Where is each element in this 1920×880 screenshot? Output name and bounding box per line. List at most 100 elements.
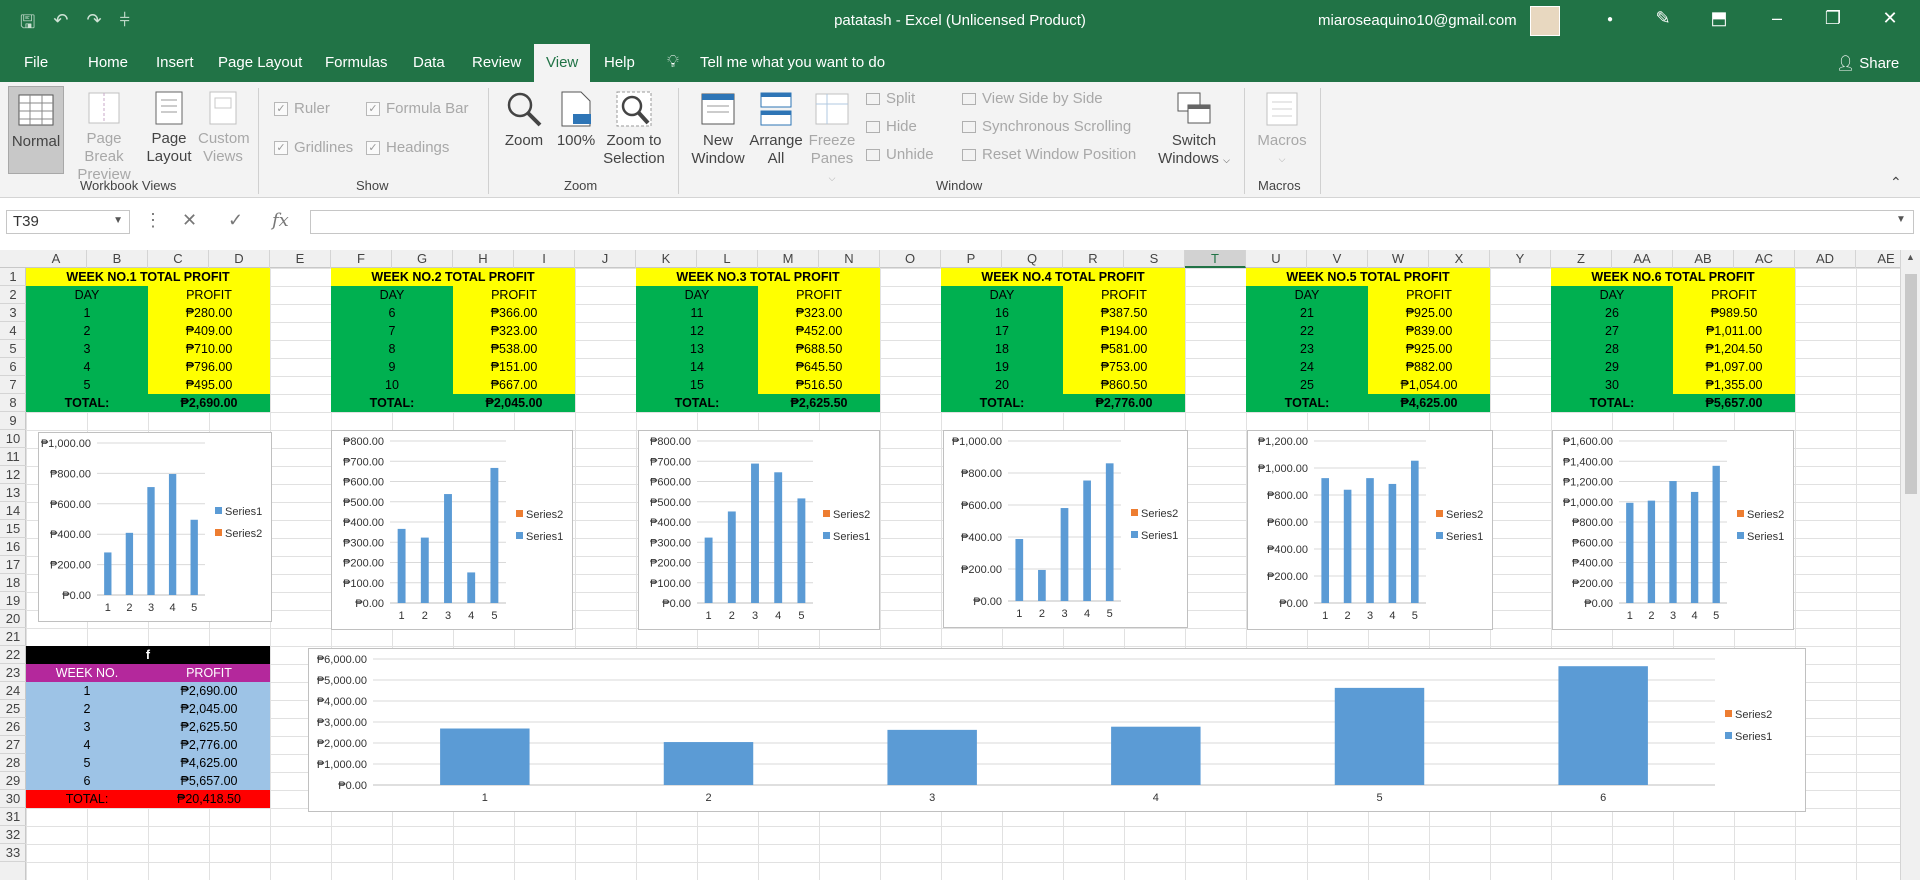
row-header[interactable]: 21 <box>0 628 26 646</box>
bar[interactable] <box>1334 687 1425 785</box>
day-cell[interactable]: 29 <box>1551 358 1673 376</box>
bar[interactable] <box>1558 666 1648 785</box>
day-cell[interactable]: 4 <box>26 358 148 376</box>
week-table-title[interactable]: WEEK NO.6 TOTAL PROFIT <box>1551 268 1795 286</box>
summary-profit-cell[interactable]: ₱2,045.00 <box>148 700 270 718</box>
zoom-100-button[interactable]: 100% <box>556 90 596 150</box>
bar[interactable] <box>467 572 476 603</box>
total-label[interactable]: TOTAL: <box>1246 394 1368 412</box>
summary-profit-cell[interactable]: ₱2,625.50 <box>148 718 270 736</box>
day-cell[interactable]: 2 <box>26 322 148 340</box>
zoom-button[interactable]: Zoom <box>500 90 548 150</box>
bar[interactable] <box>168 474 177 595</box>
row-header[interactable]: 13 <box>0 484 26 502</box>
week-table-title[interactable]: WEEK NO.3 TOTAL PROFIT <box>636 268 880 286</box>
normal-view-button[interactable]: Normal <box>8 86 64 174</box>
enter-icon[interactable]: ✓ <box>228 210 243 231</box>
tab-review[interactable]: Review <box>472 54 521 71</box>
total-value[interactable]: ₱2,045.00 <box>453 394 575 412</box>
bar[interactable] <box>1366 478 1374 603</box>
column-header[interactable]: A <box>26 250 87 268</box>
profit-cell[interactable]: ₱1,054.00 <box>1368 376 1490 394</box>
column-header[interactable]: AB <box>1673 250 1734 268</box>
bar[interactable] <box>1690 491 1699 603</box>
day-cell[interactable]: 16 <box>941 304 1063 322</box>
day-cell[interactable]: 15 <box>636 376 758 394</box>
bar[interactable] <box>797 498 806 603</box>
column-header[interactable]: AA <box>1612 250 1673 268</box>
row-header[interactable]: 32 <box>0 826 26 844</box>
column-header[interactable]: L <box>697 250 758 268</box>
row-header[interactable]: 6 <box>0 358 26 376</box>
tell-me-box[interactable]: Tell me what you want to do <box>700 54 885 71</box>
bar[interactable] <box>1015 539 1024 601</box>
total-label[interactable]: TOTAL: <box>636 394 758 412</box>
column-header[interactable]: W <box>1368 250 1429 268</box>
row-header[interactable]: 18 <box>0 574 26 592</box>
bar[interactable] <box>663 742 754 785</box>
week-no-cell[interactable]: 1 <box>26 682 148 700</box>
profit-cell[interactable]: ₱387.50 <box>1063 304 1185 322</box>
profit-cell[interactable]: ₱495.00 <box>148 376 270 394</box>
day-cell[interactable]: 21 <box>1246 304 1368 322</box>
new-window-button[interactable]: New Window <box>690 90 746 168</box>
day-cell[interactable]: 5 <box>26 376 148 394</box>
total-label[interactable]: TOTAL: <box>26 394 148 412</box>
tab-help[interactable]: Help <box>604 54 635 71</box>
row-header[interactable]: 24 <box>0 682 26 700</box>
column-header[interactable]: K <box>636 250 697 268</box>
collapse-ribbon-icon[interactable]: ⌃ <box>1890 174 1902 191</box>
column-header[interactable]: N <box>819 250 880 268</box>
day-cell[interactable]: 7 <box>331 322 453 340</box>
day-cell[interactable]: 25 <box>1246 376 1368 394</box>
bar[interactable] <box>1712 465 1720 603</box>
column-header[interactable]: O <box>880 250 941 268</box>
day-cell[interactable]: 1 <box>26 304 148 322</box>
profit-cell[interactable]: ₱323.00 <box>758 304 880 322</box>
row-header[interactable]: 1 <box>0 268 26 286</box>
day-cell[interactable]: 20 <box>941 376 1063 394</box>
profit-chart[interactable]: ₱0.00 ₱200.00 ₱400.00 ₱600.00 ₱800.00 ₱1,000.… <box>1552 430 1794 630</box>
ribbon-display-options-icon[interactable]: ⬒ <box>1704 8 1734 29</box>
row-header[interactable]: 14 <box>0 502 26 520</box>
pen-icon[interactable]: ✎ <box>1648 8 1678 29</box>
profit-cell[interactable]: ₱581.00 <box>1063 340 1185 358</box>
row-header[interactable]: 28 <box>0 754 26 772</box>
day-cell[interactable]: 12 <box>636 322 758 340</box>
row-header[interactable]: 23 <box>0 664 26 682</box>
column-header[interactable]: G <box>392 250 453 268</box>
total-value[interactable]: ₱2,690.00 <box>148 394 270 412</box>
tab-page-layout[interactable]: Page Layout <box>218 54 302 71</box>
week-no-header[interactable]: WEEK NO. <box>26 664 148 682</box>
summary-header[interactable]: f <box>26 646 270 664</box>
day-header[interactable]: DAY <box>1551 286 1673 304</box>
week-table-title[interactable]: WEEK NO.2 TOTAL PROFIT <box>331 268 575 286</box>
row-header[interactable]: 17 <box>0 556 26 574</box>
week-no-cell[interactable]: 4 <box>26 736 148 754</box>
row-header[interactable]: 5 <box>0 340 26 358</box>
profit-cell[interactable]: ₱280.00 <box>148 304 270 322</box>
unhide-button[interactable]: Unhide <box>866 146 934 163</box>
cancel-icon[interactable]: ✕ <box>182 210 197 231</box>
day-cell[interactable]: 3 <box>26 340 148 358</box>
column-header[interactable]: E <box>270 250 331 268</box>
day-header[interactable]: DAY <box>331 286 453 304</box>
column-header[interactable]: P <box>941 250 1002 268</box>
profit-header[interactable]: PROFIT <box>1063 286 1185 304</box>
user-account[interactable]: miaroseaquino10@gmail.com <box>1318 12 1517 29</box>
bar[interactable] <box>1060 508 1069 601</box>
profit-header[interactable]: PROFIT <box>453 286 575 304</box>
total-value[interactable]: ₱4,625.00 <box>1368 394 1490 412</box>
day-cell[interactable]: 19 <box>941 358 1063 376</box>
column-header[interactable]: Z <box>1551 250 1612 268</box>
day-header[interactable]: DAY <box>26 286 148 304</box>
avatar[interactable] <box>1530 6 1560 36</box>
column-header[interactable]: B <box>87 250 148 268</box>
profit-cell[interactable]: ₱925.00 <box>1368 304 1490 322</box>
profit-cell[interactable]: ₱1,011.00 <box>1673 322 1795 340</box>
profit-cell[interactable]: ₱323.00 <box>453 322 575 340</box>
tab-view[interactable]: View <box>534 44 591 82</box>
profit-cell[interactable]: ₱1,204.50 <box>1673 340 1795 358</box>
bar[interactable] <box>190 519 198 595</box>
close-icon[interactable]: ✕ <box>1875 8 1905 29</box>
